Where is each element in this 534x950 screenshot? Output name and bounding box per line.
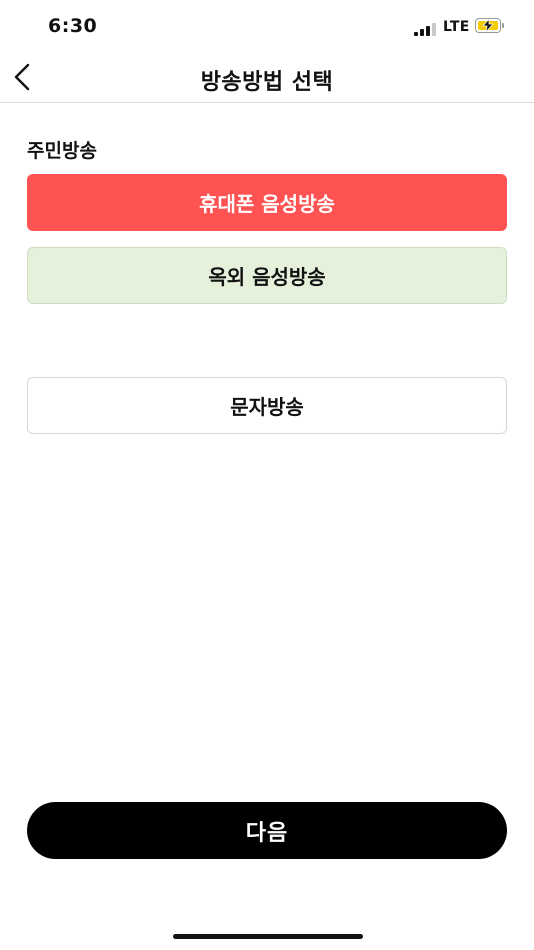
network-type: LTE <box>443 19 470 35</box>
option-text-broadcast[interactable]: 문자방송 <box>27 377 507 434</box>
status-bar: 6:30 LTE <box>0 0 534 52</box>
option-outdoor-voice-broadcast[interactable]: 옥외 음성방송 <box>27 247 507 304</box>
home-indicator <box>173 934 363 939</box>
nav-bar: 방송방법 선택 <box>0 52 534 103</box>
next-button[interactable]: 다음 <box>27 802 507 859</box>
option-phone-voice-broadcast[interactable]: 휴대폰 음성방송 <box>27 174 507 231</box>
status-time: 6:30 <box>48 15 98 37</box>
page-title: 방송방법 선택 <box>200 70 334 95</box>
section-label: 주민방송 <box>27 140 97 162</box>
battery-charging-icon <box>475 18 505 34</box>
signal-icon <box>414 23 438 36</box>
